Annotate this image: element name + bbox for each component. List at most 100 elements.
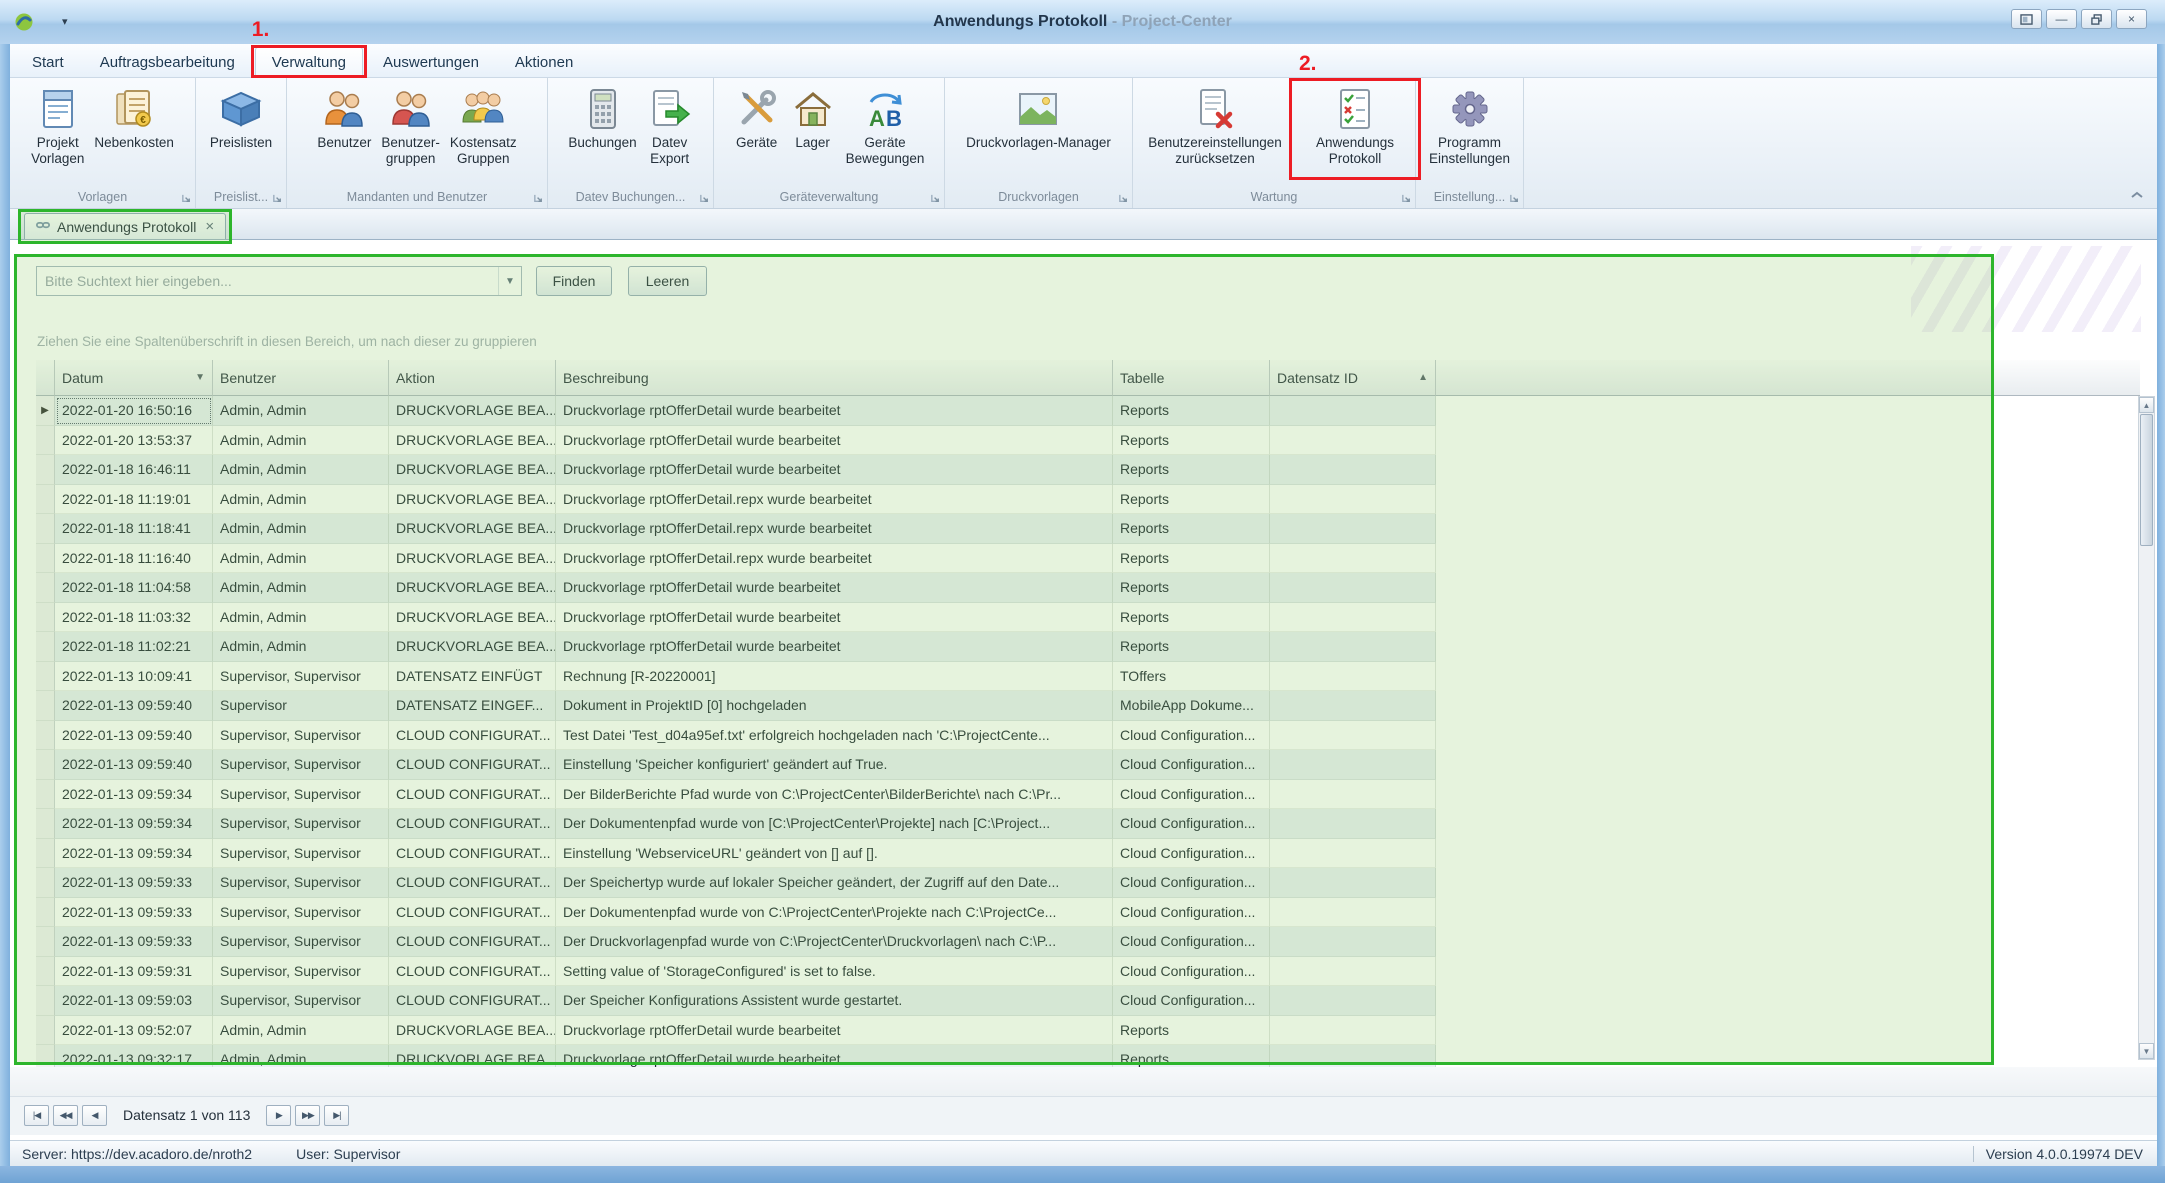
table-row[interactable]: 2022-01-13 09:59:34 Supervisor, Supervis… [36,839,2140,869]
ribbon-button-datev-export[interactable]: Datev Export [643,83,697,169]
cell-beschreibung: Der Dokumentenpfad wurde von C:\ProjectC… [556,898,1113,928]
table-row[interactable]: 2022-01-18 11:02:21 Admin, Admin DRUCKVO… [36,632,2140,662]
table-row[interactable]: 2022-01-18 16:46:11 Admin, Admin DRUCKVO… [36,455,2140,485]
table-row[interactable]: 2022-01-18 11:03:32 Admin, Admin DRUCKVO… [36,603,2140,633]
tab-close-icon[interactable]: × [205,219,214,234]
table-row[interactable]: 2022-01-13 09:32:17 Admin, Admin DRUCKVO… [36,1045,2140,1067]
scrollbar-thumb[interactable] [2140,414,2153,546]
layout-button[interactable] [2011,9,2042,29]
table-row[interactable]: 2022-01-13 09:59:40 Supervisor, Supervis… [36,721,2140,751]
find-button[interactable]: Finden [536,266,612,296]
tab-auftragsbearbeitung[interactable]: Auftragsbearbeitung [84,48,251,77]
dialog-launcher-icon[interactable] [533,193,544,204]
ribbon-button-geraete[interactable]: Geräte [730,83,784,153]
table-row[interactable]: 2022-01-13 09:59:34 Supervisor, Supervis… [36,809,2140,839]
dialog-launcher-icon[interactable] [1118,193,1129,204]
cell-datum: 2022-01-18 11:19:01 [55,485,213,515]
cell-datum: 2022-01-18 11:04:58 [55,573,213,603]
cell-datum: 2022-01-13 09:59:03 [55,986,213,1016]
table-row[interactable]: 2022-01-13 09:59:31 Supervisor, Supervis… [36,957,2140,987]
group-by-panel[interactable]: Ziehen Sie eine Spaltenüberschrift in di… [37,334,537,349]
ribbon-button-label: Buchungen [568,135,636,151]
table-row[interactable]: 2022-01-13 09:59:33 Supervisor, Supervis… [36,927,2140,957]
table-row[interactable]: 2022-01-18 11:16:40 Admin, Admin DRUCKVO… [36,544,2140,574]
column-header-tabelle[interactable]: Tabelle [1113,360,1270,396]
clear-button[interactable]: Leeren [628,266,707,296]
column-header-beschreibung[interactable]: Beschreibung [556,360,1113,396]
tab-auswertungen[interactable]: Auswertungen [367,48,495,77]
search-input[interactable] [37,273,498,289]
ribbon-button-benutzereinstellungen-zuruecksetzen[interactable]: Benutzereinstellungen zurücksetzen [1135,83,1295,169]
dialog-launcher-icon[interactable] [181,193,192,204]
vertical-scrollbar[interactable]: ▲ ▼ [2138,396,2155,1060]
column-header-benutzer[interactable]: Benutzer [213,360,389,396]
column-header-datensatz-id[interactable]: Datensatz ID▲ [1270,360,1436,396]
cell-filler [1436,573,2140,603]
ribbon-button-kostensatz-gruppen[interactable]: Kostensatz Gruppen [446,83,521,169]
restore-button[interactable] [2081,9,2112,29]
table-row[interactable]: 2022-01-13 09:59:33 Supervisor, Supervis… [36,898,2140,928]
tab-start[interactable]: Start [16,48,80,77]
table-row[interactable]: 2022-01-13 09:59:33 Supervisor, Supervis… [36,868,2140,898]
dialog-launcher-icon[interactable] [272,193,283,204]
ribbon-button-buchungen[interactable]: Buchungen [564,83,640,153]
table-row[interactable]: 2022-01-13 09:59:40 Supervisor, Supervis… [36,750,2140,780]
document-tab-anwendungs-protokoll[interactable]: Anwendungs Protokoll × [24,213,226,239]
ribbon-button-benutzer[interactable]: Benutzer [313,83,375,153]
table-row[interactable]: 2022-01-18 11:18:41 Admin, Admin DRUCKVO… [36,514,2140,544]
cell-benutzer: Supervisor, Supervisor [213,662,389,692]
ribbon-button-geraete-bewegungen[interactable]: AB Geräte Bewegungen [842,83,929,169]
ribbon-button-lager[interactable]: Lager [786,83,840,153]
dialog-launcher-icon[interactable] [1509,193,1520,204]
nav-next-page-button[interactable]: ▶▶ [295,1105,320,1126]
search-dropdown-icon[interactable]: ▼ [498,267,521,295]
table-row[interactable]: 2022-01-13 09:59:34 Supervisor, Supervis… [36,780,2140,810]
table-row[interactable]: 2022-01-13 10:09:41 Supervisor, Supervis… [36,662,2140,692]
dialog-launcher-icon[interactable] [930,193,941,204]
ribbon-button-benutzergruppen[interactable]: Benutzer- gruppen [377,83,444,169]
nav-next-button[interactable]: ▶ [266,1105,291,1126]
close-button[interactable]: × [2116,9,2147,29]
cell-aktion: DRUCKVORLAGE BEA... [389,514,556,544]
scroll-up-button[interactable]: ▲ [2139,397,2154,413]
dialog-launcher-icon[interactable] [1401,193,1412,204]
table-row[interactable]: 2022-01-13 09:59:40 Supervisor DATENSATZ… [36,691,2140,721]
ribbon-collapse-button[interactable] [2129,189,2145,201]
restore-icon [2091,14,2102,25]
table-row[interactable]: 2022-01-13 09:59:03 Supervisor, Supervis… [36,986,2140,1016]
minimize-button[interactable]: — [2046,9,2077,29]
column-header-datum[interactable]: Datum▼ [55,360,213,396]
table-row[interactable]: 2022-01-13 09:52:07 Admin, Admin DRUCKVO… [36,1016,2140,1046]
nav-first-button[interactable]: |◀ [24,1105,49,1126]
ribbon-button-nebenkosten[interactable]: € Nebenkosten [90,83,178,153]
scroll-down-button[interactable]: ▼ [2139,1043,2154,1059]
ribbon-button-anwendungs-protokoll[interactable]: Anwendungs Protokoll 2. [1297,83,1413,169]
table-row[interactable]: 2022-01-18 11:04:58 Admin, Admin DRUCKVO… [36,573,2140,603]
table-row[interactable]: ▶ 2022-01-20 16:50:16 Admin, Admin DRUCK… [36,396,2140,426]
cell-datensatz-id [1270,750,1436,780]
cell-aktion: DRUCKVORLAGE BEA... [389,603,556,633]
column-header-aktion[interactable]: Aktion [389,360,556,396]
filter-dropdown-icon[interactable]: ▼ [195,372,205,383]
ribbon-button-programm-einstellungen[interactable]: Programm Einstellungen [1425,83,1514,169]
nav-prev-button[interactable]: ◀ [82,1105,107,1126]
ribbon-button-preislisten[interactable]: Preislisten [206,83,276,153]
cell-filler [1436,662,2140,692]
nav-prev-page-button[interactable]: ◀◀ [53,1105,78,1126]
tab-verwaltung[interactable]: Verwaltung 1. [255,47,363,77]
cell-datum: 2022-01-13 09:59:34 [55,839,213,869]
search-box: ▼ [36,266,522,296]
ribbon-button-projekt-vorlagen[interactable]: Projekt Vorlagen [27,83,88,169]
table-row[interactable]: 2022-01-20 13:53:37 Admin, Admin DRUCKVO… [36,426,2140,456]
ribbon-button-label: Programm Einstellungen [1429,135,1510,167]
ribbon-button-druckvorlagen-manager[interactable]: Druckvorlagen-Manager [962,83,1115,153]
cell-datum: 2022-01-13 10:09:41 [55,662,213,692]
cell-datensatz-id [1270,603,1436,633]
nav-last-button[interactable]: ▶| [324,1105,349,1126]
dialog-launcher-icon[interactable] [699,193,710,204]
cell-filler [1436,809,2140,839]
status-server: Server: https://dev.acadoro.de/nroth2 [22,1146,252,1162]
tab-aktionen[interactable]: Aktionen [499,48,589,77]
table-row[interactable]: 2022-01-18 11:19:01 Admin, Admin DRUCKVO… [36,485,2140,515]
row-indicator-cell [36,1016,55,1046]
